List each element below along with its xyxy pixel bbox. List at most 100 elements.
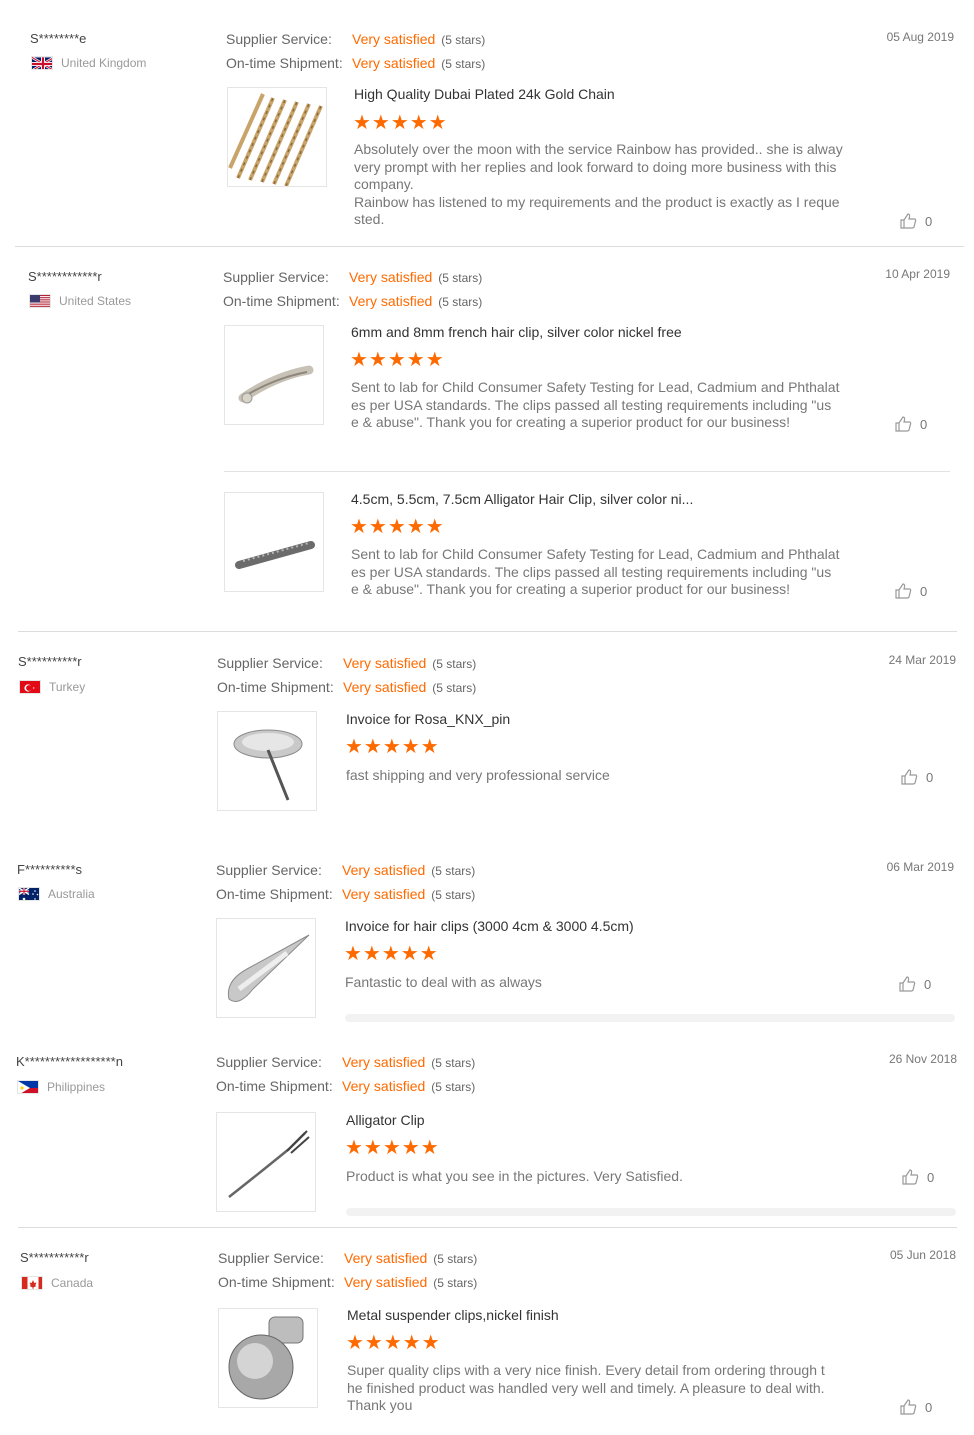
shipment-label: On-time Shipment: xyxy=(216,886,333,902)
supplier-service-stars: (5 stars) xyxy=(431,1056,476,1070)
shipment-stars: (5 stars) xyxy=(438,295,483,309)
review-comment: Super quality clips with a very nice fin… xyxy=(347,1362,825,1413)
review-item: S**********r Turkey Supplier Service: Ver… xyxy=(0,632,974,842)
buyer-country: Turkey xyxy=(19,680,85,694)
shipment-rating: On-time Shipment: Very satisfied (5 stars) xyxy=(216,886,475,902)
country-label: United States xyxy=(59,294,132,308)
divider-bar xyxy=(345,1014,955,1022)
buyer-name: K******************n xyxy=(16,1054,123,1069)
review-comment: Sent to lab for Child Consumer Safety Te… xyxy=(351,546,840,597)
review-item: S***********r Canada Supplier Service: Ve… xyxy=(0,1228,974,1435)
review-date: 05 Jun 2018 xyxy=(889,1248,956,1262)
review-date: 24 Mar 2019 xyxy=(888,653,956,667)
alligator-hair-clip-image[interactable] xyxy=(224,492,324,592)
shipment-stars: (5 stars) xyxy=(441,57,486,71)
product-name-link[interactable]: Invoice for Rosa_KNX_pin xyxy=(346,711,510,727)
ph-flag-icon xyxy=(17,1080,39,1094)
snap-hair-clip-image[interactable] xyxy=(216,918,316,1018)
supplier-service-stars: (5 stars) xyxy=(431,864,476,878)
alligator-clip-image[interactable] xyxy=(216,1112,316,1212)
supplier-service-value: Very satisfied xyxy=(344,1250,428,1266)
buyer-name: S************r xyxy=(28,269,102,284)
buyer-country: Philippines xyxy=(17,1080,105,1094)
supplier-service-stars: (5 stars) xyxy=(433,1252,478,1266)
review-date: 05 Aug 2019 xyxy=(886,30,954,44)
thumbs-up-icon xyxy=(895,583,912,599)
like-button[interactable]: 0 xyxy=(895,583,927,599)
buyer-country: United States xyxy=(29,294,131,308)
like-button[interactable]: 0 xyxy=(900,213,932,229)
star-rating: ★★★★★ xyxy=(350,349,445,371)
us-flag-icon xyxy=(29,294,51,308)
shipment-value: Very satisfied xyxy=(344,1274,428,1290)
like-button[interactable]: 0 xyxy=(899,976,931,992)
supplier-service-rating: Supplier Service: Very satisfied (5 stars) xyxy=(226,31,485,47)
review-item: S********e United Kingdom Supplier Servi… xyxy=(0,0,974,246)
like-button[interactable]: 0 xyxy=(902,1169,934,1185)
buyer-name: S***********r xyxy=(20,1250,89,1265)
thumbs-up-icon xyxy=(895,416,912,432)
supplier-service-rating: Supplier Service: Very satisfied (5 stars) xyxy=(218,1250,477,1266)
thumbs-up-icon xyxy=(899,976,916,992)
review-item: S************r United States Supplier Se… xyxy=(0,247,974,631)
supplier-service-label: Supplier Service: xyxy=(226,31,332,47)
tr-flag-icon xyxy=(19,680,41,694)
star-rating: ★★★★★ xyxy=(353,112,448,134)
product-name-link[interactable]: High Quality Dubai Plated 24k Gold Chain xyxy=(354,86,615,102)
product-name-link[interactable]: 6mm and 8mm french hair clip, silver col… xyxy=(351,324,682,340)
like-count: 0 xyxy=(925,213,933,229)
shipment-rating: On-time Shipment: Very satisfied (5 stars) xyxy=(216,1078,475,1094)
shipment-rating: On-time Shipment: Very satisfied (5 stars) xyxy=(217,679,476,695)
shipment-label: On-time Shipment: xyxy=(217,679,334,695)
buyer-country: United Kingdom xyxy=(31,56,146,70)
suspender-clip-image[interactable] xyxy=(218,1308,318,1408)
gold-chain-image[interactable] xyxy=(227,87,327,187)
star-rating: ★★★★★ xyxy=(350,516,445,538)
supplier-service-stars: (5 stars) xyxy=(432,657,477,671)
supplier-service-value: Very satisfied xyxy=(352,31,436,47)
buyer-country: Australia xyxy=(18,887,95,901)
product-name-link[interactable]: Alligator Clip xyxy=(346,1112,425,1128)
like-button[interactable]: 0 xyxy=(901,769,933,785)
supplier-service-stars: (5 stars) xyxy=(441,33,486,47)
uk-flag-icon xyxy=(31,56,53,70)
like-count: 0 xyxy=(924,976,932,992)
like-button[interactable]: 0 xyxy=(895,416,927,432)
au-flag-icon xyxy=(18,887,40,901)
pin-image[interactable] xyxy=(217,711,317,811)
like-button[interactable]: 0 xyxy=(900,1399,932,1415)
shipment-label: On-time Shipment: xyxy=(226,55,343,71)
country-label: Philippines xyxy=(47,1080,106,1094)
supplier-service-label: Supplier Service: xyxy=(216,1054,322,1070)
star-rating: ★★★★★ xyxy=(344,943,439,965)
supplier-service-rating: Supplier Service: Very satisfied (5 stars) xyxy=(223,269,482,285)
buyer-name: S**********r xyxy=(18,654,82,669)
like-count: 0 xyxy=(927,1169,935,1185)
review-comment: Product is what you see in the pictures.… xyxy=(346,1168,683,1184)
product-name-link[interactable]: Metal suspender clips,nickel finish xyxy=(347,1307,559,1323)
like-count: 0 xyxy=(920,583,928,599)
country-label: United Kingdom xyxy=(61,56,147,70)
french-hair-clip-image[interactable] xyxy=(224,325,324,425)
shipment-stars: (5 stars) xyxy=(432,681,477,695)
country-label: Turkey xyxy=(49,680,86,694)
supplier-service-label: Supplier Service: xyxy=(217,655,323,671)
product-name-link[interactable]: 4.5cm, 5.5cm, 7.5cm Alligator Hair Clip,… xyxy=(351,491,693,507)
product-name-link[interactable]: Invoice for hair clips (3000 4cm & 3000 … xyxy=(345,918,634,934)
supplier-service-value: Very satisfied xyxy=(342,1054,426,1070)
review-date: 10 Apr 2019 xyxy=(885,267,950,281)
shipment-value: Very satisfied xyxy=(343,679,427,695)
ca-flag-icon xyxy=(21,1276,43,1290)
review-item: K******************n Philippines Supplie… xyxy=(0,1032,974,1227)
like-count: 0 xyxy=(925,1399,933,1415)
supplier-service-rating: Supplier Service: Very satisfied (5 stars) xyxy=(216,1054,475,1070)
supplier-service-stars: (5 stars) xyxy=(438,271,483,285)
buyer-country: Canada xyxy=(21,1276,93,1290)
buyer-name: S********e xyxy=(30,31,87,46)
supplier-service-label: Supplier Service: xyxy=(216,862,322,878)
shipment-label: On-time Shipment: xyxy=(216,1078,333,1094)
review-comment: Fantastic to deal with as always xyxy=(345,974,542,990)
review-comment: Sent to lab for Child Consumer Safety Te… xyxy=(351,379,840,430)
thumbs-up-icon xyxy=(901,769,918,785)
shipment-stars: (5 stars) xyxy=(433,1276,478,1290)
